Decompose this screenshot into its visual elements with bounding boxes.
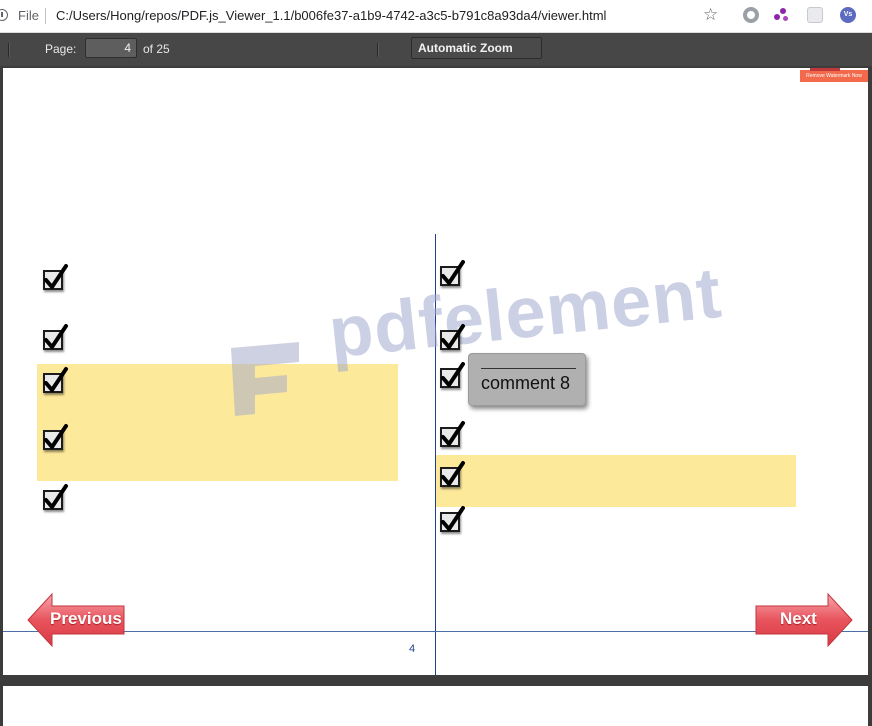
checkmark-icon (44, 264, 68, 289)
remove-watermark-label: Remove Watermark Now (806, 73, 862, 79)
browser-address-bar: File C:/Users/Hong/repos/PDF.js_Viewer_1… (0, 0, 872, 33)
checkmark-icon (441, 421, 465, 446)
page-label: Page: (45, 42, 77, 56)
comment-text: comment 8 (481, 373, 571, 393)
checkbox[interactable] (440, 324, 465, 350)
zoom-select[interactable]: Automatic Zoom (411, 37, 542, 59)
checkbox[interactable] (43, 324, 68, 350)
checkbox[interactable] (440, 260, 465, 286)
next-pdf-page (3, 686, 868, 726)
checkmark-icon (441, 461, 465, 486)
checkbox[interactable] (440, 421, 465, 447)
checkbox[interactable] (440, 506, 465, 532)
checkbox[interactable] (43, 367, 68, 393)
checkmark-icon (441, 324, 465, 349)
checkbox[interactable] (440, 362, 465, 388)
gear-extension-icon[interactable] (743, 7, 759, 23)
pdf-page: Remove Watermark Now pdfelement comment … (3, 68, 868, 675)
next-button[interactable]: Next (754, 592, 854, 648)
column-divider (435, 234, 436, 675)
url-text[interactable]: C:/Users/Hong/repos/PDF.js_Viewer_1.1/b0… (56, 8, 606, 23)
vs-extension-icon[interactable]: Vs (840, 7, 856, 23)
checkmark-icon (441, 260, 465, 285)
previous-button[interactable]: Previous (26, 592, 126, 648)
checkmark-icon (441, 506, 465, 531)
checkbox[interactable] (43, 484, 68, 510)
toolbar-divider (8, 43, 9, 57)
checkmark-icon (44, 324, 68, 349)
previous-label: Previous (50, 609, 122, 628)
checkbox[interactable] (440, 461, 465, 487)
comment-rule (481, 368, 576, 369)
checkmark-icon (44, 424, 68, 449)
comment-popup[interactable]: comment 8 (468, 353, 586, 406)
url-scheme-label: File (18, 8, 39, 23)
toolbar-divider (377, 43, 378, 57)
bookmark-star-icon[interactable]: ☆ (703, 5, 718, 25)
pdf-toolbar: Page: 4 of 25 Automatic Zoom (0, 33, 872, 66)
checkmark-icon (44, 484, 68, 509)
highlight-left (37, 364, 398, 481)
info-icon[interactable] (0, 9, 8, 21)
page-number: 4 (409, 643, 416, 655)
molecule-extension-icon[interactable] (774, 7, 790, 23)
page-number-input[interactable]: 4 (85, 38, 137, 58)
highlight-right (436, 455, 796, 507)
remove-watermark-button[interactable]: Remove Watermark Now (800, 68, 868, 82)
checkbox[interactable] (43, 424, 68, 450)
address-separator (45, 8, 46, 24)
blank-extension-icon[interactable] (807, 7, 823, 23)
footer-rule (3, 631, 868, 632)
next-label: Next (780, 609, 817, 628)
checkmark-icon (44, 367, 68, 392)
checkmark-icon (441, 362, 465, 387)
checkbox[interactable] (43, 264, 68, 290)
watermark-badge-tab (810, 68, 840, 71)
page-count-label: of 25 (143, 42, 170, 56)
